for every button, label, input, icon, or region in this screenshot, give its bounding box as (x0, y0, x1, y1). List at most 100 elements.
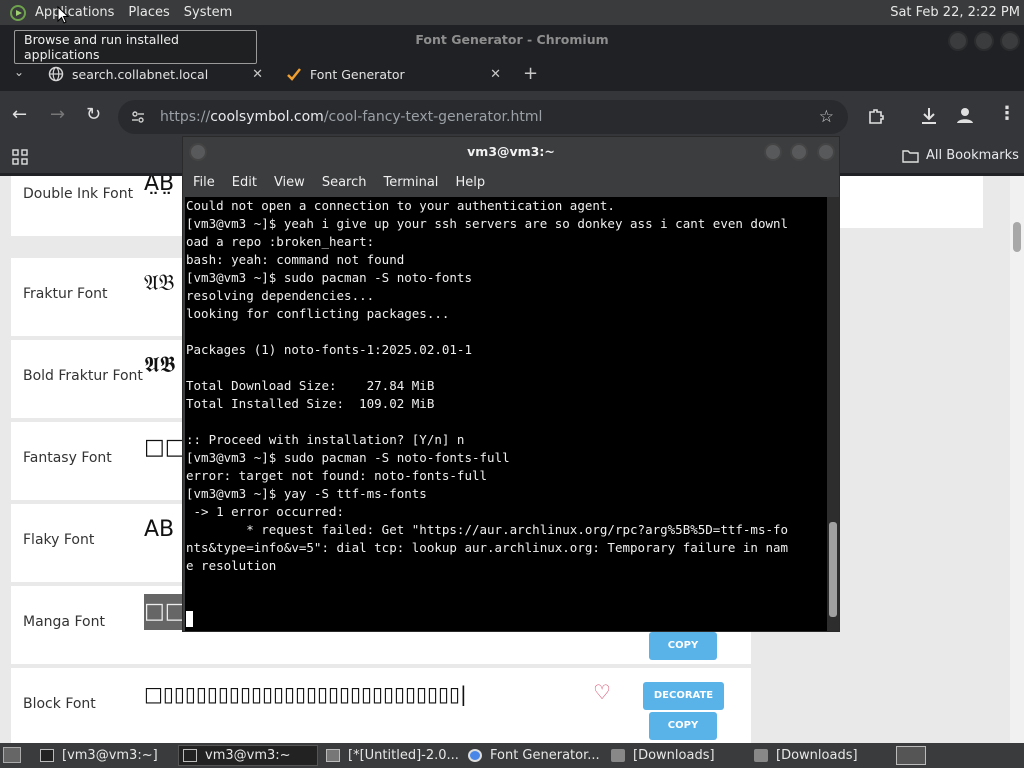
menu-view[interactable]: View (274, 175, 305, 190)
favorite-heart-icon[interactable]: ♡ (593, 680, 611, 704)
minimize-button[interactable] (948, 31, 968, 51)
chromium-icon (468, 749, 482, 762)
tab-font-generator[interactable]: Font Generator ✕ (286, 57, 501, 91)
address-bar[interactable]: https://coolsymbol.com/cool-fancy-text-g… (118, 100, 848, 134)
terminal-line: * request failed: Get "https://aur.archl… (186, 522, 789, 537)
terminal-icon (183, 749, 197, 762)
taskbar-item[interactable]: [*[Untitled]-2.0... (322, 745, 462, 766)
terminal-line: -> 1 error occurred: (186, 504, 345, 519)
forward-arrow-icon[interactable]: → (50, 104, 65, 126)
terminal-menubar: File Edit View Search Terminal Help (183, 167, 839, 197)
decorate-button[interactable]: DECORATE (643, 682, 724, 710)
maximize-button[interactable] (974, 31, 994, 51)
terminal-window: vm3@vm3:~ File Edit View Search Terminal… (182, 136, 840, 632)
terminal-line: [vm3@vm3 ~]$ sudo pacman -S noto-fonts-f… (186, 450, 510, 465)
sidebar-card (840, 176, 983, 228)
menu-file[interactable]: File (193, 175, 215, 190)
font-row: Block Font □▯▯▯▯▯▯▯▯▯▯▯▯▯▯▯▯▯▯▯▯▯▯▯▯▯▯▯|… (11, 668, 751, 743)
minimize-button[interactable] (764, 143, 782, 161)
profile-icon[interactable] (956, 106, 974, 124)
window-menu-button[interactable] (189, 143, 207, 161)
terminal-line: [vm3@vm3 ~]$ yay -S ttf-ms-fonts (186, 486, 427, 501)
mouse-pointer-icon (57, 6, 69, 24)
terminal-line: [vm3@vm3 ~]$ sudo pacman -S noto-fonts (186, 270, 472, 285)
menu-search[interactable]: Search (322, 175, 367, 190)
terminal-output[interactable]: Could not open a connection to your auth… (185, 197, 827, 631)
taskbar-label: [Downloads] (633, 748, 715, 763)
copy-button[interactable]: COPY (649, 712, 717, 740)
menu-terminal[interactable]: Terminal (383, 175, 438, 190)
terminal-line: error: target not found: noto-fonts-full (186, 468, 488, 483)
taskbar-label: [Downloads] (776, 748, 858, 763)
close-window-button[interactable] (1000, 31, 1020, 51)
scrollbar-thumb[interactable] (829, 522, 837, 617)
tooltip: Browse and run installed applications (14, 30, 257, 64)
font-sample[interactable]: Ä̤B̤̈ (144, 176, 184, 202)
taskbar-item[interactable]: vm3@vm3:~ (178, 745, 318, 766)
url-path: /cool-fancy-text-generator.html (323, 109, 543, 125)
font-sample[interactable]: 𝕬𝕭 (144, 348, 184, 384)
folder-icon (611, 749, 625, 762)
bookmark-star-icon[interactable]: ☆ (819, 107, 834, 127)
font-sample[interactable]: □□ (144, 594, 184, 630)
terminal-scrollbar[interactable] (827, 197, 839, 631)
site-info-icon[interactable] (130, 109, 146, 125)
all-bookmarks-button[interactable]: All Bookmarks (902, 148, 1019, 163)
applications-icon[interactable] (10, 4, 26, 21)
desktop: Applications Places System Sat Feb 22, 2… (0, 0, 1024, 768)
taskbar-label: vm3@vm3:~ (205, 748, 291, 763)
page-scrollbar[interactable] (1010, 176, 1024, 743)
terminal-line: oad a repo :broken_heart: (186, 234, 375, 249)
workspace-switcher[interactable] (896, 746, 926, 765)
taskbar-item[interactable]: [Downloads] (607, 745, 747, 766)
url-prefix: https:// (160, 109, 211, 125)
back-arrow-icon[interactable]: ← (12, 104, 27, 126)
folder-icon (902, 149, 919, 163)
copy-button[interactable]: COPY (649, 632, 717, 660)
download-icon[interactable] (920, 106, 938, 126)
font-sample[interactable]: □□ (144, 430, 184, 466)
font-name: Block Font (23, 696, 96, 712)
font-name: Manga Font (23, 614, 105, 630)
terminal-line: Could not open a connection to your auth… (186, 198, 615, 213)
tab-search-chevron-icon[interactable]: ⌄ (14, 65, 24, 79)
taskbar-item[interactable]: [vm3@vm3:~] (36, 745, 176, 766)
terminal-icon (40, 749, 54, 762)
font-name: Double Ink Font (23, 186, 134, 202)
reload-icon[interactable]: ↻ (86, 104, 101, 126)
maximize-button[interactable] (790, 143, 808, 161)
url-domain: coolsymbol.com (210, 109, 324, 125)
menu-kebab-icon[interactable]: ⋮ (998, 103, 1016, 124)
tab-label: search.collabnet.local (72, 66, 209, 82)
terminal-line: nts&type=info&v=5": dial tcp: lookup aur… (186, 540, 789, 555)
scrollbar-thumb[interactable] (1013, 222, 1021, 252)
extensions-icon[interactable] (867, 107, 885, 125)
new-tab-button[interactable]: + (523, 63, 538, 84)
font-name: Bold Fraktur Font (23, 368, 143, 384)
font-sample[interactable]: AB (144, 512, 184, 548)
close-window-button[interactable] (817, 143, 835, 161)
show-desktop-icon[interactable] (3, 747, 21, 763)
applications-menu[interactable]: Applications (28, 0, 121, 25)
system-menu[interactable]: System (177, 0, 239, 25)
top-panel: Applications Places System Sat Feb 22, 2… (0, 0, 1024, 25)
terminal-line: :: Proceed with installation? [Y/n] n (186, 432, 465, 447)
terminal-line: resolving dependencies... (186, 288, 375, 303)
close-tab-icon[interactable]: ✕ (252, 67, 263, 82)
clock[interactable]: Sat Feb 22, 2:22 PM (890, 0, 1020, 25)
terminal-titlebar[interactable]: vm3@vm3:~ (183, 137, 839, 167)
menu-help[interactable]: Help (455, 175, 485, 190)
font-name: Flaky Font (23, 532, 95, 548)
places-menu[interactable]: Places (121, 0, 176, 25)
menu-edit[interactable]: Edit (232, 175, 257, 190)
taskbar-item[interactable]: [Downloads] (750, 745, 890, 766)
font-sample[interactable]: 𝔄𝔅 (144, 266, 184, 302)
apps-grid-icon[interactable] (12, 149, 28, 165)
terminal-title: vm3@vm3:~ (467, 144, 555, 159)
close-tab-icon[interactable]: ✕ (490, 67, 501, 82)
taskbar-item[interactable]: Font Generator... (464, 745, 604, 766)
globe-icon (48, 66, 64, 82)
font-sample[interactable]: □▯▯▯▯▯▯▯▯▯▯▯▯▯▯▯▯▯▯▯▯▯▯▯▯▯▯▯| (144, 676, 556, 712)
